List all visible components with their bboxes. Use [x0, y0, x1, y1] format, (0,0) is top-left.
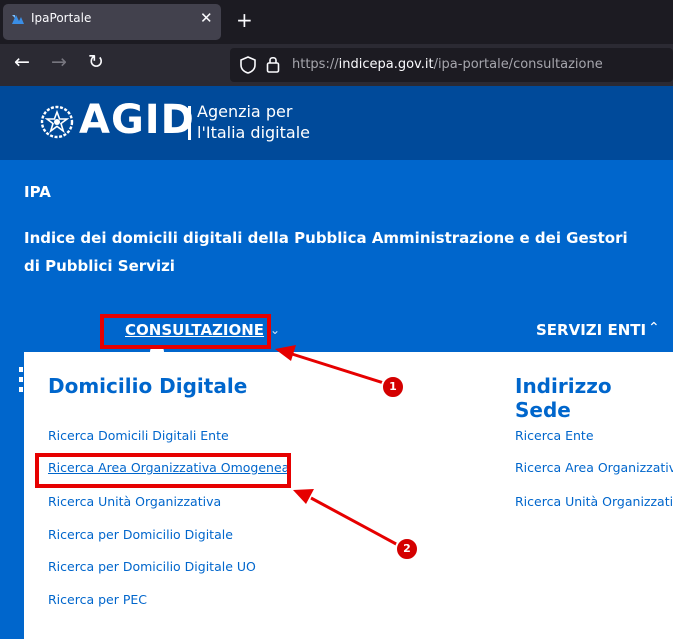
- url-prefix: https://: [292, 57, 339, 72]
- logo-separator: [188, 106, 191, 140]
- highlight-box-1: [100, 314, 271, 349]
- chevron-up-icon[interactable]: ⌃: [648, 320, 660, 336]
- site-short-title: IPA: [24, 183, 51, 201]
- site-title: Indice dei domicili digitali della Pubbl…: [24, 229, 628, 275]
- menu-link-domicilio-digitale[interactable]: Ricerca per Domicilio Digitale: [48, 527, 233, 542]
- menu-link-pec[interactable]: Ricerca per PEC: [48, 592, 147, 607]
- logo-subtitle-line2: l'Italia digitale: [197, 123, 310, 142]
- back-button[interactable]: ←: [14, 51, 30, 73]
- more-vertical-icon[interactable]: [18, 367, 24, 393]
- favicon-icon: [12, 15, 24, 24]
- menu-link-sede-unita-organizzativa[interactable]: Ricerca Unità Organizzativa: [515, 494, 673, 509]
- highlight-box-2: [35, 453, 291, 488]
- sede-links-clip: Ricerca Ente Ricerca Area Organizzativa …: [515, 424, 673, 524]
- logo-subtitle-line1: Agenzia per: [197, 102, 293, 121]
- menu-link-domicilio-digitale-uo[interactable]: Ricerca per Domicilio Digitale UO: [48, 559, 256, 574]
- url-text[interactable]: https://indicepa.gov.it/ipa-portale/cons…: [292, 57, 603, 72]
- menu-link-domicili-ente[interactable]: Ricerca Domicili Digitali Ente: [48, 428, 229, 443]
- republic-emblem-icon[interactable]: [39, 104, 75, 140]
- agid-logo-text[interactable]: AGID: [79, 97, 195, 143]
- url-path: /ipa-portale/consultazione: [433, 57, 603, 72]
- menu-link-sede-area-organizzativa[interactable]: Ricerca Area Organizzativa Omogenea: [515, 460, 673, 475]
- url-domain: indicepa.gov.it: [338, 57, 434, 72]
- shield-icon[interactable]: [240, 56, 256, 74]
- menu-link-ricerca-ente[interactable]: Ricerca Ente: [515, 428, 594, 443]
- new-tab-button[interactable]: +: [236, 8, 253, 32]
- reload-button[interactable]: ↻: [88, 51, 104, 73]
- annotation-badge-1: 1: [381, 375, 405, 399]
- tab-close-icon[interactable]: ✕: [200, 9, 213, 27]
- menu-link-unita-organizzativa[interactable]: Ricerca Unità Organizzativa: [48, 494, 221, 509]
- chevron-down-icon[interactable]: ⌄: [270, 323, 280, 337]
- lock-icon[interactable]: [266, 55, 280, 73]
- indirizzo-sede-heading: Indirizzo Sede: [515, 374, 612, 422]
- annotation-badge-2: 2: [395, 537, 419, 561]
- forward-button[interactable]: →: [51, 51, 67, 73]
- tab-title: IpaPortale: [31, 11, 92, 25]
- domicilio-digitale-heading: Domicilio Digitale: [48, 374, 248, 398]
- nav-servizi-enti[interactable]: SERVIZI ENTI: [536, 321, 646, 339]
